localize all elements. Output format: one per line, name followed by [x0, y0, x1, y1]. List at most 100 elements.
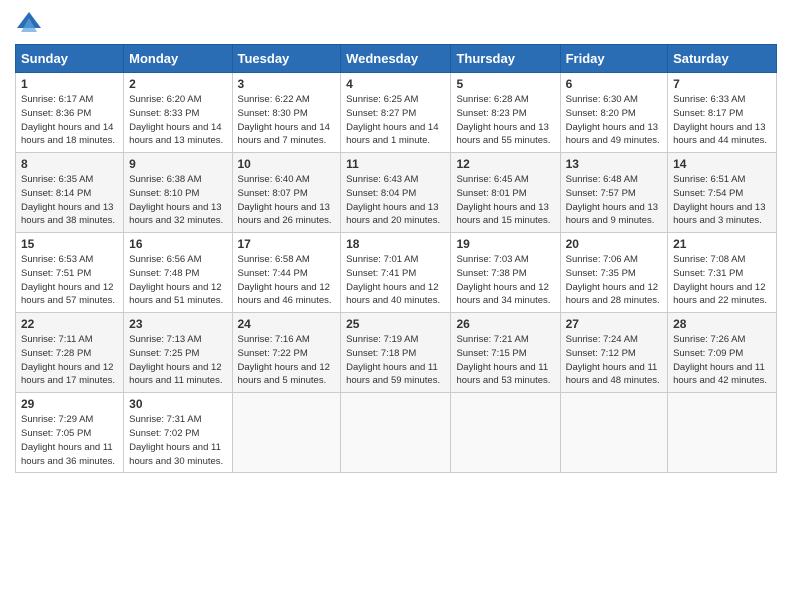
calendar-cell: 20 Sunrise: 7:06 AM Sunset: 7:35 PM Dayl…	[560, 233, 667, 313]
day-info: Sunrise: 7:21 AM Sunset: 7:15 PM Dayligh…	[456, 333, 554, 388]
calendar-cell: 3 Sunrise: 6:22 AM Sunset: 8:30 PM Dayli…	[232, 73, 341, 153]
calendar-cell: 26 Sunrise: 7:21 AM Sunset: 7:15 PM Dayl…	[451, 313, 560, 393]
calendar-cell	[232, 393, 341, 473]
calendar-cell: 7 Sunrise: 6:33 AM Sunset: 8:17 PM Dayli…	[668, 73, 777, 153]
calendar-cell	[341, 393, 451, 473]
day-number: 8	[21, 157, 118, 171]
day-info: Sunrise: 7:24 AM Sunset: 7:12 PM Dayligh…	[566, 333, 662, 388]
day-number: 13	[566, 157, 662, 171]
day-number: 30	[129, 397, 226, 411]
day-number: 7	[673, 77, 771, 91]
day-number: 29	[21, 397, 118, 411]
weekday-header-friday: Friday	[560, 45, 667, 73]
weekday-header-sunday: Sunday	[16, 45, 124, 73]
day-number: 20	[566, 237, 662, 251]
day-info: Sunrise: 6:48 AM Sunset: 7:57 PM Dayligh…	[566, 173, 662, 228]
calendar-cell: 8 Sunrise: 6:35 AM Sunset: 8:14 PM Dayli…	[16, 153, 124, 233]
day-info: Sunrise: 6:30 AM Sunset: 8:20 PM Dayligh…	[566, 93, 662, 148]
day-number: 12	[456, 157, 554, 171]
day-number: 22	[21, 317, 118, 331]
weekday-header-thursday: Thursday	[451, 45, 560, 73]
day-info: Sunrise: 7:11 AM Sunset: 7:28 PM Dayligh…	[21, 333, 118, 388]
calendar-cell: 5 Sunrise: 6:28 AM Sunset: 8:23 PM Dayli…	[451, 73, 560, 153]
header	[15, 10, 777, 38]
day-info: Sunrise: 7:29 AM Sunset: 7:05 PM Dayligh…	[21, 413, 118, 468]
day-number: 19	[456, 237, 554, 251]
day-number: 18	[346, 237, 445, 251]
calendar-cell: 11 Sunrise: 6:43 AM Sunset: 8:04 PM Dayl…	[341, 153, 451, 233]
calendar-cell: 14 Sunrise: 6:51 AM Sunset: 7:54 PM Dayl…	[668, 153, 777, 233]
day-info: Sunrise: 7:01 AM Sunset: 7:41 PM Dayligh…	[346, 253, 445, 308]
day-info: Sunrise: 6:28 AM Sunset: 8:23 PM Dayligh…	[456, 93, 554, 148]
day-info: Sunrise: 7:13 AM Sunset: 7:25 PM Dayligh…	[129, 333, 226, 388]
day-number: 5	[456, 77, 554, 91]
calendar-cell: 15 Sunrise: 6:53 AM Sunset: 7:51 PM Dayl…	[16, 233, 124, 313]
day-info: Sunrise: 6:17 AM Sunset: 8:36 PM Dayligh…	[21, 93, 118, 148]
day-info: Sunrise: 7:31 AM Sunset: 7:02 PM Dayligh…	[129, 413, 226, 468]
calendar-cell	[668, 393, 777, 473]
day-info: Sunrise: 7:26 AM Sunset: 7:09 PM Dayligh…	[673, 333, 771, 388]
day-number: 25	[346, 317, 445, 331]
calendar-cell: 9 Sunrise: 6:38 AM Sunset: 8:10 PM Dayli…	[124, 153, 232, 233]
day-number: 4	[346, 77, 445, 91]
day-info: Sunrise: 7:16 AM Sunset: 7:22 PM Dayligh…	[238, 333, 336, 388]
day-number: 11	[346, 157, 445, 171]
day-number: 28	[673, 317, 771, 331]
day-info: Sunrise: 6:20 AM Sunset: 8:33 PM Dayligh…	[129, 93, 226, 148]
day-number: 17	[238, 237, 336, 251]
weekday-header-wednesday: Wednesday	[341, 45, 451, 73]
calendar-cell: 10 Sunrise: 6:40 AM Sunset: 8:07 PM Dayl…	[232, 153, 341, 233]
day-number: 23	[129, 317, 226, 331]
week-row-2: 8 Sunrise: 6:35 AM Sunset: 8:14 PM Dayli…	[16, 153, 777, 233]
day-info: Sunrise: 7:03 AM Sunset: 7:38 PM Dayligh…	[456, 253, 554, 308]
day-number: 10	[238, 157, 336, 171]
calendar-cell: 4 Sunrise: 6:25 AM Sunset: 8:27 PM Dayli…	[341, 73, 451, 153]
week-row-5: 29 Sunrise: 7:29 AM Sunset: 7:05 PM Dayl…	[16, 393, 777, 473]
day-number: 14	[673, 157, 771, 171]
day-number: 15	[21, 237, 118, 251]
calendar-cell: 22 Sunrise: 7:11 AM Sunset: 7:28 PM Dayl…	[16, 313, 124, 393]
weekday-header-tuesday: Tuesday	[232, 45, 341, 73]
day-number: 21	[673, 237, 771, 251]
week-row-1: 1 Sunrise: 6:17 AM Sunset: 8:36 PM Dayli…	[16, 73, 777, 153]
day-info: Sunrise: 7:06 AM Sunset: 7:35 PM Dayligh…	[566, 253, 662, 308]
day-number: 16	[129, 237, 226, 251]
page: SundayMondayTuesdayWednesdayThursdayFrid…	[0, 0, 792, 612]
calendar-cell: 16 Sunrise: 6:56 AM Sunset: 7:48 PM Dayl…	[124, 233, 232, 313]
day-info: Sunrise: 6:53 AM Sunset: 7:51 PM Dayligh…	[21, 253, 118, 308]
calendar-cell	[560, 393, 667, 473]
calendar-cell: 21 Sunrise: 7:08 AM Sunset: 7:31 PM Dayl…	[668, 233, 777, 313]
day-info: Sunrise: 6:58 AM Sunset: 7:44 PM Dayligh…	[238, 253, 336, 308]
weekday-header-row: SundayMondayTuesdayWednesdayThursdayFrid…	[16, 45, 777, 73]
weekday-header-monday: Monday	[124, 45, 232, 73]
calendar-cell: 29 Sunrise: 7:29 AM Sunset: 7:05 PM Dayl…	[16, 393, 124, 473]
calendar-cell: 30 Sunrise: 7:31 AM Sunset: 7:02 PM Dayl…	[124, 393, 232, 473]
week-row-4: 22 Sunrise: 7:11 AM Sunset: 7:28 PM Dayl…	[16, 313, 777, 393]
day-number: 1	[21, 77, 118, 91]
day-info: Sunrise: 6:38 AM Sunset: 8:10 PM Dayligh…	[129, 173, 226, 228]
calendar-cell: 27 Sunrise: 7:24 AM Sunset: 7:12 PM Dayl…	[560, 313, 667, 393]
calendar-cell: 2 Sunrise: 6:20 AM Sunset: 8:33 PM Dayli…	[124, 73, 232, 153]
day-info: Sunrise: 6:25 AM Sunset: 8:27 PM Dayligh…	[346, 93, 445, 148]
calendar-cell: 6 Sunrise: 6:30 AM Sunset: 8:20 PM Dayli…	[560, 73, 667, 153]
day-info: Sunrise: 7:08 AM Sunset: 7:31 PM Dayligh…	[673, 253, 771, 308]
calendar-cell: 23 Sunrise: 7:13 AM Sunset: 7:25 PM Dayl…	[124, 313, 232, 393]
calendar-cell: 18 Sunrise: 7:01 AM Sunset: 7:41 PM Dayl…	[341, 233, 451, 313]
day-info: Sunrise: 7:19 AM Sunset: 7:18 PM Dayligh…	[346, 333, 445, 388]
calendar-cell: 28 Sunrise: 7:26 AM Sunset: 7:09 PM Dayl…	[668, 313, 777, 393]
day-info: Sunrise: 6:22 AM Sunset: 8:30 PM Dayligh…	[238, 93, 336, 148]
week-row-3: 15 Sunrise: 6:53 AM Sunset: 7:51 PM Dayl…	[16, 233, 777, 313]
calendar-cell: 1 Sunrise: 6:17 AM Sunset: 8:36 PM Dayli…	[16, 73, 124, 153]
calendar-table: SundayMondayTuesdayWednesdayThursdayFrid…	[15, 44, 777, 473]
day-info: Sunrise: 6:35 AM Sunset: 8:14 PM Dayligh…	[21, 173, 118, 228]
day-number: 9	[129, 157, 226, 171]
day-number: 24	[238, 317, 336, 331]
day-number: 6	[566, 77, 662, 91]
weekday-header-saturday: Saturday	[668, 45, 777, 73]
calendar-cell: 13 Sunrise: 6:48 AM Sunset: 7:57 PM Dayl…	[560, 153, 667, 233]
day-number: 26	[456, 317, 554, 331]
day-number: 2	[129, 77, 226, 91]
calendar-cell: 25 Sunrise: 7:19 AM Sunset: 7:18 PM Dayl…	[341, 313, 451, 393]
day-info: Sunrise: 6:33 AM Sunset: 8:17 PM Dayligh…	[673, 93, 771, 148]
day-number: 3	[238, 77, 336, 91]
